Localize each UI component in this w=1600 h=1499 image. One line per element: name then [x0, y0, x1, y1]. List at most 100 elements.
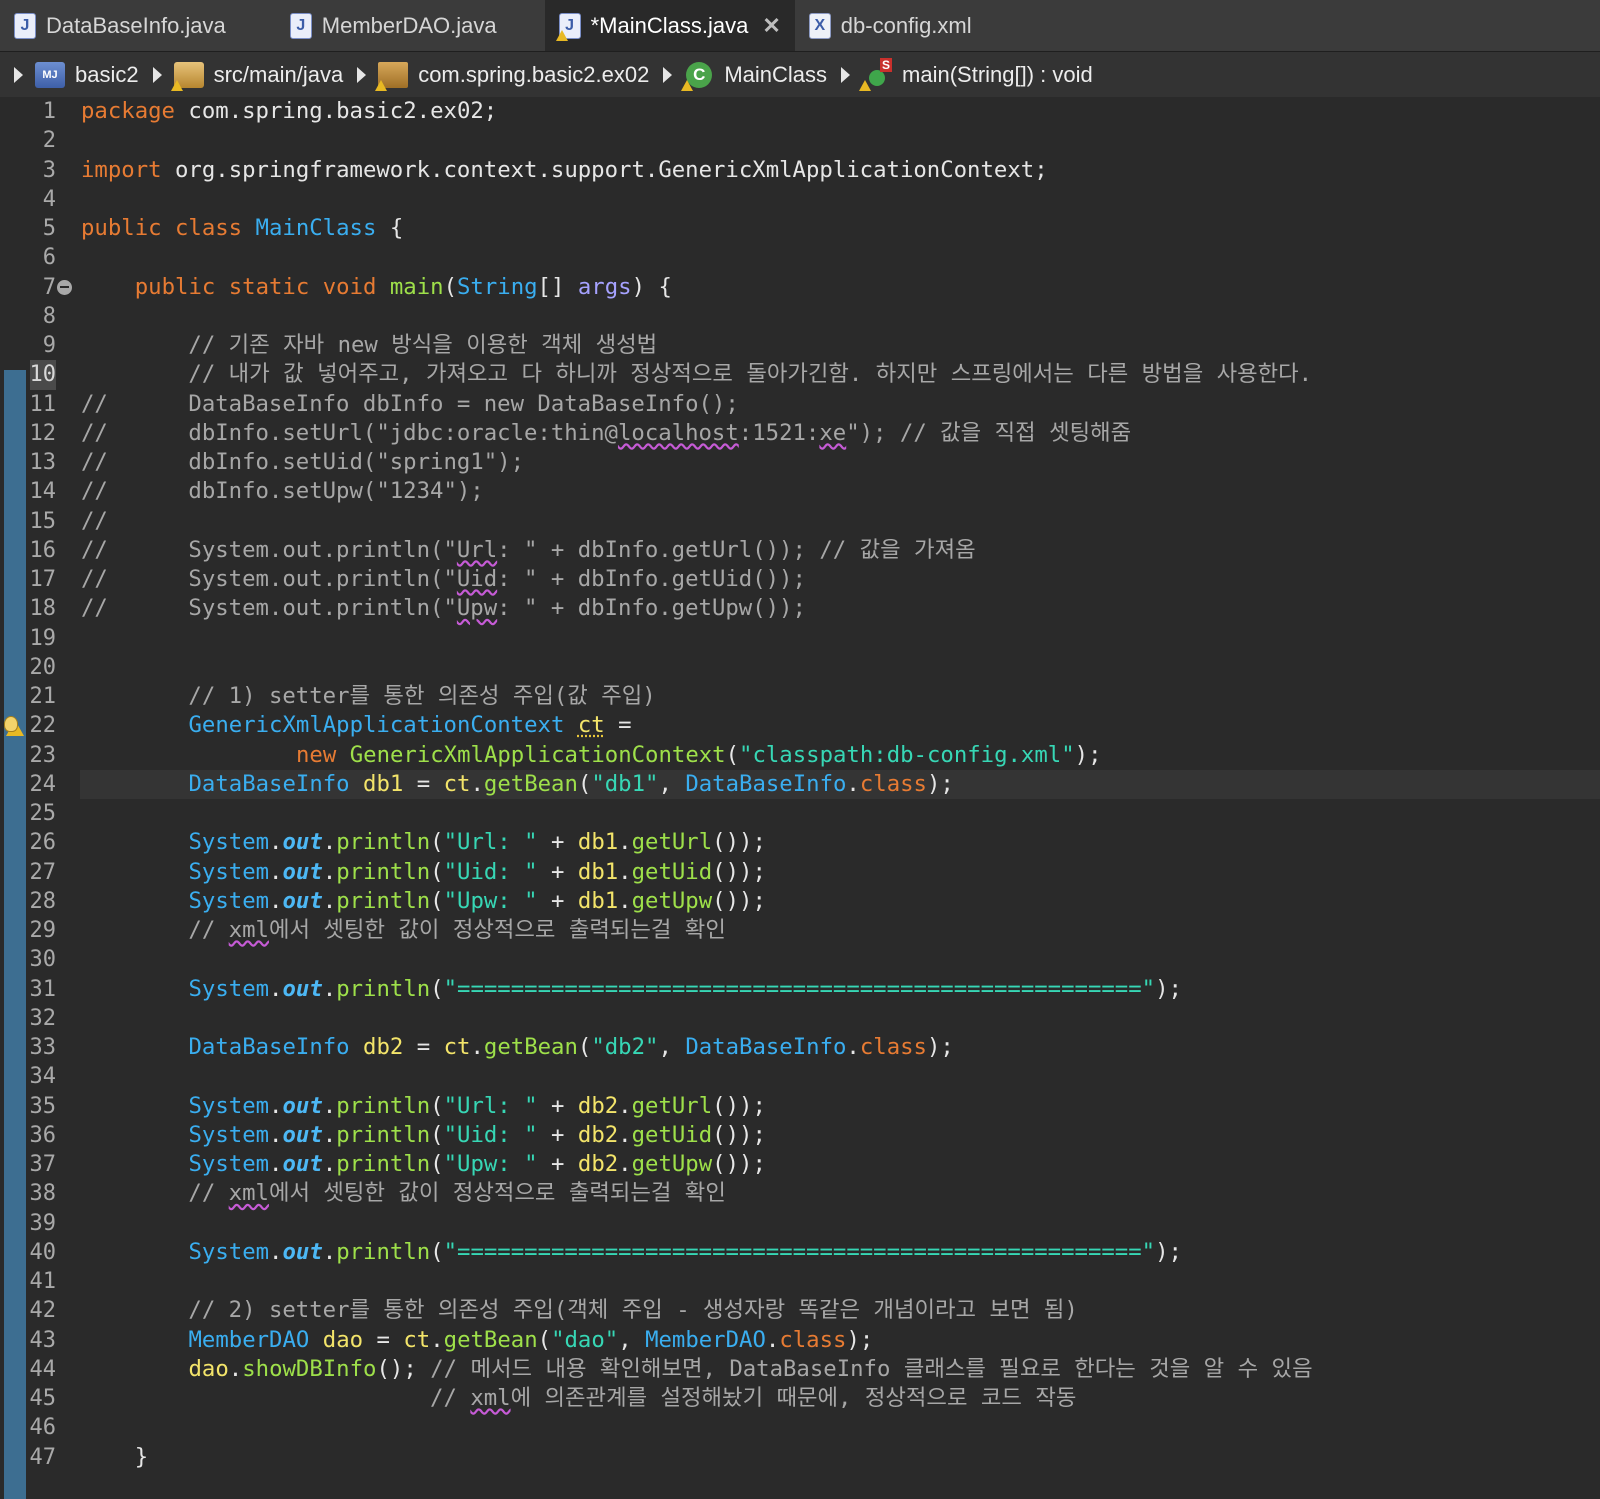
code-line[interactable]: 38 // xml에서 셋팅한 값이 정상적으로 출력되는걸 확인: [0, 1179, 1600, 1208]
line-gutter[interactable]: 20: [0, 653, 70, 682]
line-gutter[interactable]: 8: [0, 302, 70, 331]
code-line[interactable]: 32: [0, 1004, 1600, 1033]
code-line[interactable]: 8: [0, 302, 1600, 331]
code-line[interactable]: 27 System.out.println("Uid: " + db1.getU…: [0, 858, 1600, 887]
line-gutter[interactable]: 21: [0, 682, 70, 711]
code-line[interactable]: 11 // DataBaseInfo dbInfo = new DataBaseI…: [0, 390, 1600, 419]
code-line[interactable]: 22 GenericXmlApplicationContext ct =: [0, 711, 1600, 740]
code-line[interactable]: 42 // 2) setter를 통한 의존성 주입(객체 주입 - 생성자랑 …: [0, 1296, 1600, 1325]
breadcrumb-arrow-icon[interactable]: [14, 66, 23, 83]
line-gutter[interactable]: 18: [0, 594, 70, 623]
breadcrumb-item-package[interactable]: com.spring.basic2.ex02: [375, 61, 649, 91]
line-gutter[interactable]: 3: [0, 156, 70, 185]
code-line[interactable]: 6: [0, 243, 1600, 272]
line-gutter[interactable]: 26: [0, 828, 70, 857]
code-line[interactable]: 10 // 내가 값 넣어주고, 가져오고 다 하니까 정상적으로 돌아가긴함.…: [0, 360, 1600, 390]
breadcrumb-arrow-icon[interactable]: [663, 66, 673, 83]
line-gutter[interactable]: 5: [0, 214, 70, 243]
code-line[interactable]: 30: [0, 945, 1600, 974]
breadcrumb-item-method[interactable]: S main(String[]) : void: [859, 57, 1093, 91]
code-line[interactable]: 37 System.out.println("Upw: " + db2.getU…: [0, 1150, 1600, 1179]
code-line[interactable]: 45 // xml에 의존관계를 설정해놨기 때문에, 정상적으로 코드 작동: [0, 1384, 1600, 1413]
breadcrumb-item-class[interactable]: C MainClass: [681, 61, 827, 91]
line-gutter[interactable]: 35: [0, 1092, 70, 1121]
line-gutter[interactable]: 6: [0, 243, 70, 272]
line-gutter[interactable]: 29: [0, 916, 70, 945]
line-gutter[interactable]: 41: [0, 1267, 70, 1296]
line-gutter[interactable]: 10: [0, 360, 70, 390]
line-gutter[interactable]: 46: [0, 1413, 70, 1442]
code-line[interactable]: 4: [0, 185, 1600, 214]
line-gutter[interactable]: 1: [0, 97, 70, 126]
breadcrumb-arrow-icon[interactable]: [357, 66, 367, 83]
line-gutter[interactable]: 16: [0, 536, 70, 565]
breadcrumb-arrow-icon[interactable]: [841, 66, 851, 83]
line-gutter[interactable]: 4: [0, 185, 70, 214]
code-line[interactable]: 34: [0, 1062, 1600, 1091]
code-line[interactable]: 46: [0, 1413, 1600, 1442]
tab-db-config-xml[interactable]: X db-config.xml: [795, 0, 986, 51]
line-gutter[interactable]: 17: [0, 565, 70, 594]
code-line[interactable]: 19: [0, 624, 1600, 653]
line-gutter[interactable]: 28: [0, 887, 70, 916]
tab-memberdao-java[interactable]: J MemberDAO.java: [276, 0, 511, 51]
line-gutter[interactable]: 32: [0, 1004, 70, 1033]
tab-databaseinfo-java[interactable]: J DataBaseInfo.java: [0, 0, 240, 51]
code-line[interactable]: 23 new GenericXmlApplicationContext("cla…: [0, 741, 1600, 770]
line-gutter[interactable]: 27: [0, 858, 70, 887]
code-line[interactable]: 31 System.out.println("=================…: [0, 975, 1600, 1004]
line-gutter[interactable]: 36: [0, 1121, 70, 1150]
line-gutter[interactable]: 13: [0, 448, 70, 477]
line-gutter[interactable]: 30: [0, 945, 70, 974]
code-line[interactable]: 28 System.out.println("Upw: " + db1.getU…: [0, 887, 1600, 916]
code-line[interactable]: 17 // System.out.println("Uid: " + dbInfo…: [0, 565, 1600, 594]
code-line[interactable]: 15 //: [0, 507, 1600, 536]
line-gutter[interactable]: 2: [0, 126, 70, 155]
line-gutter[interactable]: 12: [0, 419, 70, 448]
line-gutter[interactable]: 40: [0, 1238, 70, 1267]
line-gutter[interactable]: 9: [0, 331, 70, 360]
tab-mainclass-java[interactable]: J *MainClass.java ✕: [544, 0, 795, 51]
code-line[interactable]: 18 // System.out.println("Upw: " + dbInfo…: [0, 594, 1600, 623]
code-line[interactable]: 36 System.out.println("Uid: " + db2.getU…: [0, 1121, 1600, 1150]
line-gutter[interactable]: 45: [0, 1384, 70, 1413]
code-line[interactable]: 3 import org.springframework.context.supp…: [0, 156, 1600, 185]
code-line[interactable]: 5 public class MainClass {: [0, 214, 1600, 243]
line-gutter[interactable]: 25: [0, 799, 70, 828]
line-gutter[interactable]: 24: [0, 770, 70, 799]
breadcrumb-arrow-icon[interactable]: [152, 66, 162, 83]
code-line[interactable]: 21 // 1) setter를 통한 의존성 주입(값 주입): [0, 682, 1600, 711]
code-line[interactable]: 40 System.out.println("=================…: [0, 1238, 1600, 1267]
quick-fix-warning-icon[interactable]: [4, 716, 28, 738]
code-line[interactable]: 47 }: [0, 1443, 1600, 1472]
code-line[interactable]: 41: [0, 1267, 1600, 1296]
code-line[interactable]: 44 dao.showDBInfo(); // 메서드 내용 확인해보면, Da…: [0, 1355, 1600, 1384]
code-line[interactable]: 13 // dbInfo.setUid("spring1");: [0, 448, 1600, 477]
breadcrumb-item-source-folder[interactable]: src/main/java: [170, 61, 343, 91]
line-gutter[interactable]: 42: [0, 1296, 70, 1325]
code-editor[interactable]: 1 package com.spring.basic2.ex02; 2 3 import…: [0, 97, 1600, 1499]
code-line[interactable]: 16 // System.out.println("Url: " + dbInfo…: [0, 536, 1600, 565]
code-line[interactable]: 25: [0, 799, 1600, 828]
code-line[interactable]: 35 System.out.println("Url: " + db2.getU…: [0, 1092, 1600, 1121]
code-line[interactable]: 33 DataBaseInfo db2 = ct.getBean("db2", …: [0, 1033, 1600, 1062]
code-line[interactable]: 43 MemberDAO dao = ct.getBean("dao", Mem…: [0, 1326, 1600, 1355]
breadcrumb-item-project[interactable]: MJ basic2: [35, 61, 139, 88]
line-gutter[interactable]: 47: [0, 1443, 70, 1472]
line-gutter[interactable]: 23: [0, 741, 70, 770]
code-line[interactable]: 29 // xml에서 셋팅한 값이 정상적으로 출력되는걸 확인: [0, 916, 1600, 945]
line-gutter[interactable]: 22: [0, 711, 70, 740]
line-gutter[interactable]: 7: [0, 273, 72, 302]
code-line[interactable]: 39: [0, 1209, 1600, 1238]
line-gutter[interactable]: 38: [0, 1179, 70, 1208]
line-gutter[interactable]: 33: [0, 1033, 70, 1062]
line-gutter[interactable]: 14: [0, 477, 70, 506]
line-gutter[interactable]: 43: [0, 1326, 70, 1355]
code-line[interactable]: 9 // 기존 자바 new 방식을 이용한 객체 생성법: [0, 331, 1600, 360]
code-line[interactable]: 14 // dbInfo.setUpw("1234");: [0, 477, 1600, 506]
line-gutter[interactable]: 37: [0, 1150, 70, 1179]
line-gutter[interactable]: 44: [0, 1355, 70, 1384]
code-line[interactable]: 24 DataBaseInfo db1 = ct.getBean("db1", …: [0, 769, 1600, 799]
code-line[interactable]: 12 // dbInfo.setUrl("jdbc:oracle:thin@loc…: [0, 419, 1600, 448]
line-gutter[interactable]: 39: [0, 1209, 70, 1238]
